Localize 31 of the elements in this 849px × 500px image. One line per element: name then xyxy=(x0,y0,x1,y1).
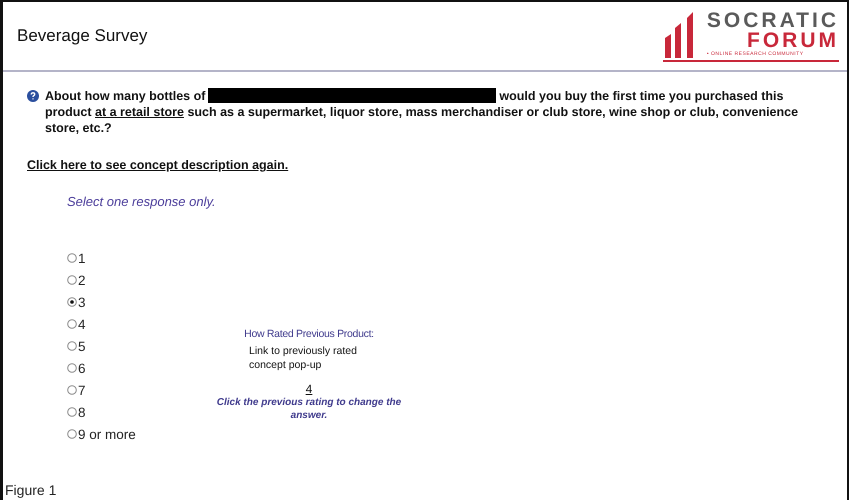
radio-button[interactable] xyxy=(67,385,77,395)
retail-store-link[interactable]: at a retail store xyxy=(95,105,184,119)
figure-caption: Figure 1 xyxy=(5,482,56,498)
help-icon[interactable] xyxy=(27,90,39,102)
question-text: About how many bottles of would you buy the first time you purchased this product at a retail store such as a supermarket, liquor store, mass merchandiser or club store, wine shop or club, convenience store, etc.? xyxy=(45,88,800,136)
radio-button[interactable] xyxy=(67,341,77,351)
previous-heading: How Rated Previous Product: xyxy=(244,328,374,340)
radio-button[interactable] xyxy=(67,275,77,285)
radio-button[interactable] xyxy=(67,407,77,417)
radio-button[interactable] xyxy=(67,363,77,373)
popup-note: Link to previously rated concept pop-up xyxy=(249,344,358,372)
logo-text: FORUM xyxy=(747,31,839,51)
radio-option[interactable]: 9 or more xyxy=(67,425,136,443)
radio-option[interactable]: 3 xyxy=(67,293,86,311)
radio-option[interactable]: 6 xyxy=(67,359,86,377)
radio-button[interactable] xyxy=(67,253,77,263)
instruction-text: Select one response only. xyxy=(67,194,217,209)
radio-option[interactable]: 8 xyxy=(67,403,86,421)
radio-option[interactable]: 7 xyxy=(67,381,86,399)
previous-rating-link[interactable]: 4 xyxy=(306,382,312,396)
radio-button[interactable] xyxy=(67,319,77,329)
radio-option[interactable]: 4 xyxy=(67,315,86,333)
concept-description-link[interactable]: Click here to see concept description again. xyxy=(27,158,288,172)
radio-button[interactable] xyxy=(67,429,77,439)
radio-option[interactable]: 1 xyxy=(67,249,86,267)
radio-option[interactable]: 2 xyxy=(67,271,86,289)
change-hint: Click the previous rating to change the answer. xyxy=(216,396,402,422)
logo-text: SOCRATIC xyxy=(706,11,839,31)
survey-title: Beverage Survey xyxy=(17,26,148,46)
radio-option[interactable]: 5 xyxy=(67,337,86,355)
radio-button[interactable] xyxy=(67,297,77,307)
